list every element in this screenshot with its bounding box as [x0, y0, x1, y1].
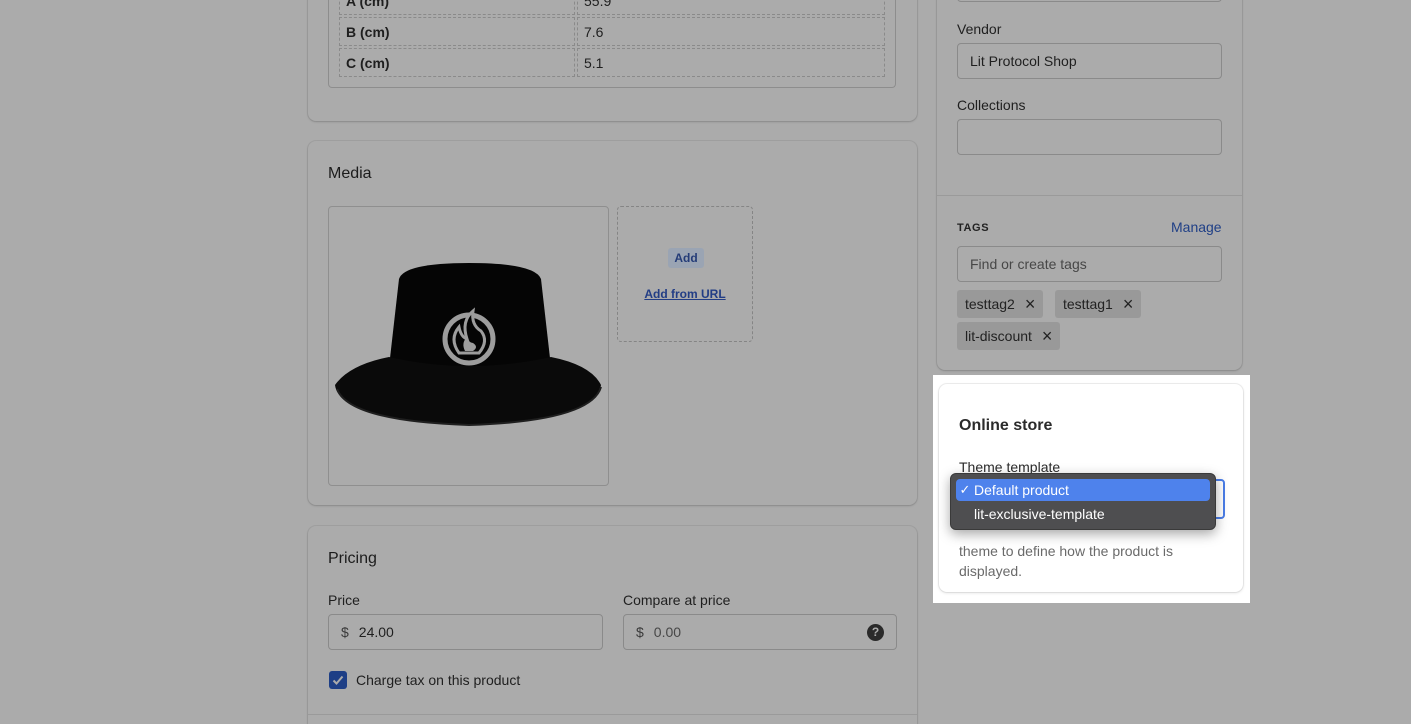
- organization-card: Vendor Lit Protocol Shop Collections TAG…: [937, 0, 1242, 370]
- compare-price-placeholder: 0.00: [653, 624, 682, 640]
- size-value: 7.6: [577, 17, 885, 46]
- checkmark-icon: ✓: [959, 482, 971, 497]
- pricing-card: Pricing Price $ 24.00 Compare at price $…: [308, 526, 917, 724]
- currency-prefix: $: [341, 624, 349, 640]
- size-key: A (cm): [339, 0, 575, 15]
- currency-prefix: $: [636, 624, 644, 640]
- media-title: Media: [328, 165, 372, 182]
- divider: [937, 195, 1242, 196]
- price-label: Price: [328, 592, 360, 608]
- template-dropdown-menu: ✓ Default product lit-exclusive-template: [950, 473, 1216, 530]
- tag-label: testtag2: [965, 296, 1015, 312]
- divider: [308, 714, 917, 715]
- tags-placeholder: Find or create tags: [970, 256, 1087, 272]
- close-icon[interactable]: ×: [1123, 295, 1134, 313]
- tags-input[interactable]: Find or create tags: [957, 246, 1222, 282]
- table-row: B (cm) 7.6: [339, 17, 885, 46]
- size-key: C (cm): [339, 48, 575, 77]
- help-icon[interactable]: ?: [867, 624, 884, 641]
- vendor-value: Lit Protocol Shop: [970, 53, 1077, 69]
- collections-label: Collections: [957, 97, 1026, 113]
- charge-tax-checkbox[interactable]: [329, 671, 347, 689]
- dropdown-option-lit-exclusive[interactable]: lit-exclusive-template: [956, 503, 1210, 525]
- collections-input[interactable]: [957, 119, 1222, 155]
- add-media-button[interactable]: Add: [668, 248, 704, 268]
- tag-chip: testtag1 ×: [1055, 290, 1142, 318]
- checkmark-icon: [332, 675, 344, 685]
- vendor-label: Vendor: [957, 21, 1002, 37]
- theme-template-help: theme to define how the product is displ…: [959, 543, 1174, 579]
- pricing-title: Pricing: [328, 550, 377, 567]
- vendor-input[interactable]: Lit Protocol Shop: [957, 43, 1222, 79]
- size-chart-card: A (cm) 55.9 B (cm) 7.6 C (cm) 5.1: [308, 0, 917, 121]
- size-table: A (cm) 55.9 B (cm) 7.6 C (cm) 5.1: [328, 0, 896, 88]
- tag-label: lit-discount: [965, 328, 1032, 344]
- compare-price-input[interactable]: $ 0.00 ?: [623, 614, 897, 650]
- compare-price-label: Compare at price: [623, 592, 731, 608]
- size-value: 5.1: [577, 48, 885, 77]
- product-type-input[interactable]: [957, 0, 1222, 2]
- option-label: lit-exclusive-template: [974, 506, 1105, 522]
- tag-chip: testtag2 ×: [957, 290, 1044, 318]
- charge-tax-label: Charge tax on this product: [356, 672, 521, 688]
- size-value: 55.9: [577, 0, 885, 15]
- bucket-hat-image: [335, 263, 602, 427]
- tag-label: testtag1: [1063, 296, 1113, 312]
- price-value: 24.00: [358, 624, 394, 640]
- table-row: A (cm) 55.9: [339, 0, 885, 15]
- tag-chip: lit-discount ×: [957, 322, 1061, 350]
- tags-title: TAGS: [957, 222, 990, 234]
- product-image[interactable]: [328, 206, 609, 486]
- add-from-url-link[interactable]: Add from URL: [618, 287, 752, 301]
- close-icon[interactable]: ×: [1042, 327, 1053, 345]
- media-dropzone[interactable]: Add Add from URL: [617, 206, 753, 342]
- manage-tags-link[interactable]: Manage: [1171, 219, 1222, 235]
- close-icon[interactable]: ×: [1025, 295, 1036, 313]
- size-key: B (cm): [339, 17, 575, 46]
- media-card: Media Add Add from URL: [308, 141, 917, 505]
- option-label: Default product: [974, 482, 1069, 498]
- price-input[interactable]: $ 24.00: [328, 614, 603, 650]
- table-row: C (cm) 5.1: [339, 48, 885, 77]
- dropdown-option-default-product[interactable]: ✓ Default product: [956, 479, 1210, 501]
- online-store-title: Online store: [959, 417, 1053, 434]
